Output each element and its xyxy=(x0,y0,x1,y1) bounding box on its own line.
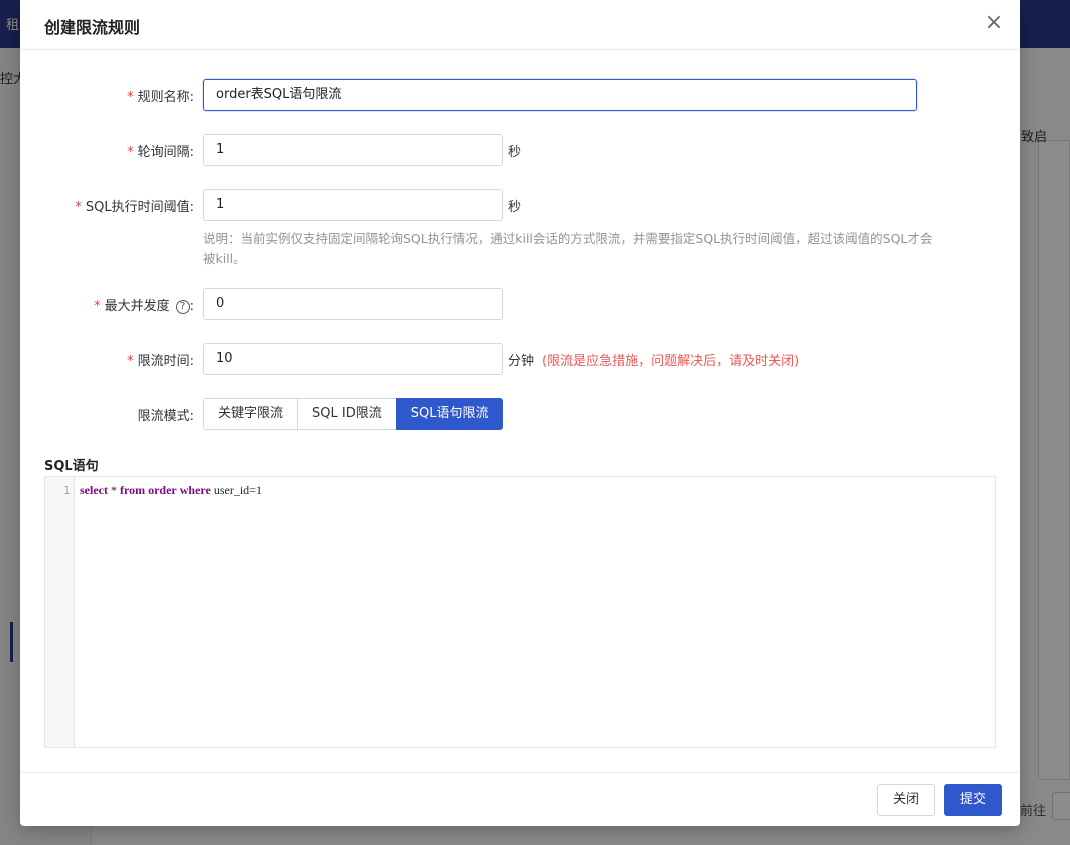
poll-interval-row: * 轮询间隔: 1 秒 xyxy=(20,134,1020,166)
dialog-header: 创建限流规则 × xyxy=(20,0,1020,50)
close-button[interactable]: 关闭 xyxy=(877,784,936,816)
sql-code-line[interactable]: select * from order where user_id=1 xyxy=(80,483,262,498)
sql-keyword: select xyxy=(80,483,108,497)
required-mark: * xyxy=(127,145,134,160)
exec-threshold-unit: 秒 xyxy=(508,200,522,215)
sql-section-title: SQL语句 xyxy=(44,459,99,474)
required-mark: * xyxy=(94,299,101,314)
submit-button[interactable]: 提交 xyxy=(944,784,1003,816)
max-concurrency-row: * 最大并发度?: 0 xyxy=(20,288,1020,320)
limit-time-label-text: 限流时间: xyxy=(137,354,194,369)
limit-mode-segmented-control: 关键字限流 SQL ID限流 SQL语句限流 xyxy=(203,398,504,430)
dialog-title: 创建限流规则 xyxy=(44,18,141,37)
limit-time-label: * 限流时间: xyxy=(127,350,194,369)
rule-name-row: * 规则名称: order表SQL语句限流 xyxy=(20,79,1020,111)
limit-time-warning: (限流是应急措施，问题解决后，请及时关闭) xyxy=(542,354,800,369)
sql-keyword: from xyxy=(119,483,146,497)
dialog-footer: 关闭 提交 xyxy=(20,772,1020,826)
line-number: 1 xyxy=(63,484,70,497)
sql-keyword: where xyxy=(179,483,211,497)
required-mark: * xyxy=(127,90,134,105)
exec-threshold-label: * SQL执行时间阈值: xyxy=(75,196,194,215)
rule-name-label-text: 规则名称: xyxy=(137,90,194,105)
close-icon[interactable]: × xyxy=(982,12,1006,36)
max-concurrency-label: * 最大并发度?: xyxy=(94,295,194,314)
rule-name-input[interactable]: order表SQL语句限流 xyxy=(203,79,917,111)
limit-mode-label: 限流模式: xyxy=(137,409,194,424)
exec-threshold-label-text: SQL执行时间阈值: xyxy=(85,200,194,215)
limit-time-unit: 分钟 xyxy=(508,354,535,369)
sql-keyword: order xyxy=(148,483,177,497)
rule-name-label: * 规则名称: xyxy=(127,86,194,105)
poll-interval-label-text: 轮询间隔: xyxy=(137,145,194,160)
limit-mode-keyword-button[interactable]: 关键字限流 xyxy=(203,398,299,430)
sql-text: * xyxy=(107,483,120,497)
max-concurrency-label-text: 最大并发度 xyxy=(104,299,170,314)
limit-mode-sql-id-button[interactable]: SQL ID限流 xyxy=(297,398,397,430)
poll-interval-unit: 秒 xyxy=(508,145,522,160)
required-mark: * xyxy=(75,200,82,215)
sql-text: user_id=1 xyxy=(210,483,262,497)
limit-time-row: * 限流时间: 10 分钟 (限流是应急措施，问题解决后，请及时关闭) xyxy=(20,343,1020,375)
max-concurrency-input[interactable]: 0 xyxy=(203,288,503,320)
max-concurrency-colon: : xyxy=(189,299,194,314)
required-mark: * xyxy=(127,354,134,369)
limit-mode-row: 限流模式: 关键字限流 SQL ID限流 SQL语句限流 xyxy=(20,398,1020,430)
create-rule-dialog: 创建限流规则 × * 规则名称: order表SQL语句限流 * 轮询间隔: 1 秒… xyxy=(20,0,1020,826)
help-icon[interactable]: ? xyxy=(175,299,190,314)
poll-interval-input[interactable]: 1 xyxy=(203,134,503,166)
exec-threshold-row: * SQL执行时间阈值: 1 秒 xyxy=(20,189,1020,221)
sql-editor[interactable]: 1 select * from order where user_id=1 xyxy=(44,476,996,748)
limit-time-input[interactable]: 10 xyxy=(203,343,503,375)
limit-mode-sql-statement-button[interactable]: SQL语句限流 xyxy=(395,398,504,430)
exec-threshold-description: 说明：当前实例仅支持固定间隔轮询SQL执行情况，通过kill会话的方式限流，并需… xyxy=(203,231,933,266)
editor-gutter: 1 xyxy=(45,477,75,747)
exec-threshold-input[interactable]: 1 xyxy=(203,189,503,221)
limit-time-unit-group: 分钟 (限流是应急措施，问题解决后，请及时关闭) xyxy=(508,350,799,369)
poll-interval-label: * 轮询间隔: xyxy=(127,141,194,160)
